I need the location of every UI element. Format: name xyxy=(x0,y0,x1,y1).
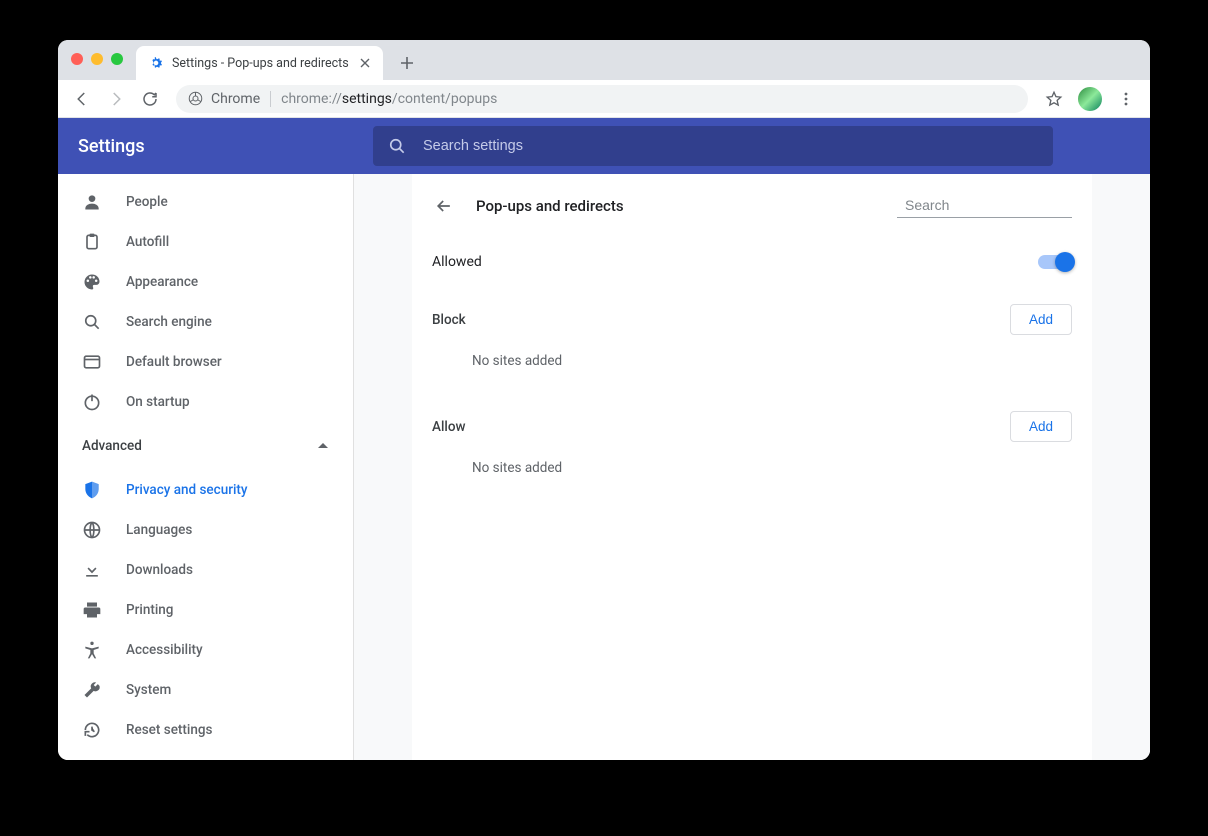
restore-icon xyxy=(82,720,102,740)
search-icon xyxy=(387,136,407,156)
chrome-icon xyxy=(188,91,203,106)
search-icon xyxy=(82,312,102,332)
new-tab-button[interactable] xyxy=(393,49,421,77)
window-close-button[interactable] xyxy=(71,53,83,65)
sidebar-item-label: Default browser xyxy=(126,354,222,370)
sidebar-item-label: System xyxy=(126,682,171,698)
browser-icon xyxy=(82,352,102,372)
sidebar-item-printing[interactable]: Printing xyxy=(58,590,353,630)
settings-search-input[interactable] xyxy=(423,138,1039,154)
settings-brand: Settings xyxy=(78,136,353,157)
panel-title: Pop-ups and redirects xyxy=(476,197,877,215)
sidebar-item-search-engine[interactable]: Search engine xyxy=(58,302,353,342)
sidebar-item-default-browser[interactable]: Default browser xyxy=(58,342,353,382)
panel-back-button[interactable] xyxy=(432,194,456,218)
sidebar-item-autofill[interactable]: Autofill xyxy=(58,222,353,262)
block-section-header: Block Add xyxy=(412,286,1092,345)
sidebar-item-on-startup[interactable]: On startup xyxy=(58,382,353,422)
settings-sidebar: People Autofill Appearance Search engine… xyxy=(58,174,354,760)
browser-tab[interactable]: Settings - Pop-ups and redirects xyxy=(136,46,383,80)
settings-search[interactable] xyxy=(373,126,1053,166)
allow-add-button[interactable]: Add xyxy=(1010,411,1072,442)
power-icon xyxy=(82,392,102,412)
toolbar-right xyxy=(1040,85,1140,113)
chevron-up-icon xyxy=(317,440,329,452)
clipboard-icon xyxy=(82,232,102,252)
sidebar-item-label: Reset settings xyxy=(126,722,212,738)
back-button[interactable] xyxy=(68,85,96,113)
sidebar-item-label: Accessibility xyxy=(126,642,203,658)
tab-close-button[interactable] xyxy=(357,55,373,71)
sidebar-section-label: Advanced xyxy=(82,438,142,454)
accessibility-icon xyxy=(82,640,102,660)
allow-empty-text: No sites added xyxy=(412,452,1092,500)
tab-title: Settings - Pop-ups and redirects xyxy=(172,56,349,71)
sidebar-item-label: Appearance xyxy=(126,274,198,290)
allowed-label: Allowed xyxy=(432,254,482,270)
settings-main: Pop-ups and redirects Allowed Blo xyxy=(354,174,1150,760)
window-fullscreen-button[interactable] xyxy=(111,53,123,65)
settings-body: People Autofill Appearance Search engine… xyxy=(58,174,1150,760)
page-content: Settings People Autofill Appearanc xyxy=(58,118,1150,760)
url-text: chrome://settings/content/popups xyxy=(281,91,497,107)
globe-icon xyxy=(82,520,102,540)
profile-avatar[interactable] xyxy=(1078,87,1102,111)
sidebar-item-label: People xyxy=(126,194,168,210)
sidebar-item-system[interactable]: System xyxy=(58,670,353,710)
sidebar-item-people[interactable]: People xyxy=(58,182,353,222)
forward-button[interactable] xyxy=(102,85,130,113)
person-icon xyxy=(82,192,102,212)
sidebar-item-label: Printing xyxy=(126,602,173,618)
panel-search-input[interactable] xyxy=(905,197,1086,213)
printer-icon xyxy=(82,600,102,620)
browser-toolbar: Chrome chrome://settings/content/popups xyxy=(58,80,1150,118)
sidebar-item-accessibility[interactable]: Accessibility xyxy=(58,630,353,670)
wrench-icon xyxy=(82,680,102,700)
sidebar-item-label: Languages xyxy=(126,522,192,538)
sidebar-section-advanced[interactable]: Advanced xyxy=(58,422,353,470)
block-heading: Block xyxy=(432,312,466,328)
bookmark-button[interactable] xyxy=(1040,85,1068,113)
gear-icon xyxy=(148,55,164,71)
panel-search[interactable] xyxy=(897,195,1072,218)
toggle-knob xyxy=(1055,252,1075,272)
allow-heading: Allow xyxy=(432,419,466,435)
allowed-row: Allowed xyxy=(412,238,1092,286)
browser-window: Settings - Pop-ups and redirects Chrome … xyxy=(58,40,1150,760)
sidebar-item-label: Search engine xyxy=(126,314,212,330)
settings-header: Settings xyxy=(58,118,1150,174)
palette-icon xyxy=(82,272,102,292)
sidebar-item-downloads[interactable]: Downloads xyxy=(58,550,353,590)
window-controls xyxy=(71,53,123,65)
sidebar-item-privacy[interactable]: Privacy and security xyxy=(58,470,353,510)
allowed-toggle[interactable] xyxy=(1038,255,1072,269)
site-chip: Chrome xyxy=(188,91,271,107)
sidebar-item-label: Privacy and security xyxy=(126,482,248,498)
sidebar-item-languages[interactable]: Languages xyxy=(58,510,353,550)
tab-strip: Settings - Pop-ups and redirects xyxy=(58,40,1150,80)
popups-panel: Pop-ups and redirects Allowed Blo xyxy=(412,174,1092,760)
reload-button[interactable] xyxy=(136,85,164,113)
site-chip-label: Chrome xyxy=(211,91,260,107)
sidebar-item-appearance[interactable]: Appearance xyxy=(58,262,353,302)
download-icon xyxy=(82,560,102,580)
sidebar-item-label: Autofill xyxy=(126,234,169,250)
block-add-button[interactable]: Add xyxy=(1010,304,1072,335)
sidebar-item-label: On startup xyxy=(126,394,190,410)
sidebar-item-label: Downloads xyxy=(126,562,193,578)
block-empty-text: No sites added xyxy=(412,345,1092,393)
browser-menu-button[interactable] xyxy=(1112,85,1140,113)
shield-icon xyxy=(82,480,102,500)
allow-section-header: Allow Add xyxy=(412,393,1092,452)
panel-header: Pop-ups and redirects xyxy=(412,174,1092,238)
window-minimize-button[interactable] xyxy=(91,53,103,65)
address-bar[interactable]: Chrome chrome://settings/content/popups xyxy=(176,85,1028,113)
sidebar-item-reset[interactable]: Reset settings xyxy=(58,710,353,750)
